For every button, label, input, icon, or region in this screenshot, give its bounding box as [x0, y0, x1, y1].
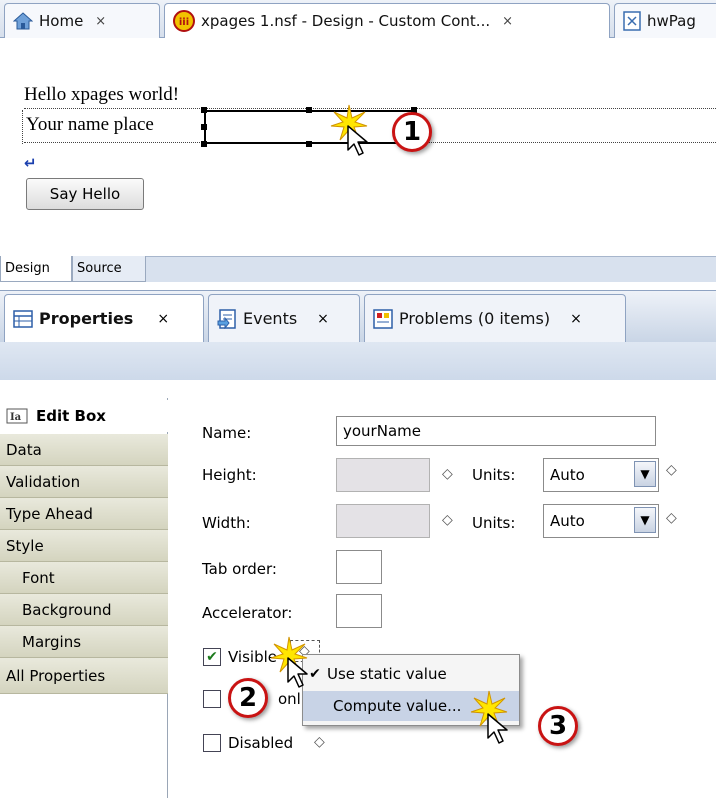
sidebar-item-style[interactable]: Style — [0, 530, 168, 562]
sidebar-item-background[interactable]: Background — [0, 594, 168, 626]
width-field[interactable] — [336, 504, 430, 538]
close-icon[interactable]: × — [95, 14, 106, 29]
height-units-dropdown[interactable]: Auto ▼ — [543, 458, 659, 492]
canvas-dotted-divider — [22, 110, 24, 144]
selection-handle[interactable] — [306, 107, 312, 113]
callout-2: 2 — [228, 678, 268, 718]
properties-sidebar: Ia Edit Box Data Validation Type Ahead S… — [0, 398, 168, 798]
chevron-down-icon[interactable]: ▼ — [634, 507, 656, 533]
compute-diamond-icon[interactable]: ◇ — [666, 510, 677, 526]
name-label: Name: — [202, 424, 252, 442]
sidebar-item-validation[interactable]: Validation — [0, 466, 168, 498]
sidebar-item-data[interactable]: Data — [0, 434, 168, 466]
properties-icon — [13, 309, 33, 328]
home-icon — [13, 12, 33, 30]
dropdown-value: Auto — [550, 466, 585, 484]
say-hello-button[interactable]: Say Hello — [26, 178, 144, 210]
width-label: Width: — [202, 514, 251, 532]
compute-diamond-icon[interactable]: ◇ — [314, 734, 325, 750]
tab-properties[interactable]: Properties × — [4, 294, 204, 342]
height-units-label: Units: — [472, 466, 516, 484]
width-units-dropdown[interactable]: Auto ▼ — [543, 504, 659, 538]
name-field[interactable]: yourName — [336, 416, 656, 446]
mouse-pointer-icon — [347, 125, 368, 156]
canvas-edit-box-selected[interactable] — [204, 110, 414, 144]
selection-handle[interactable] — [201, 141, 207, 147]
menu-item-label: Use static value — [327, 665, 447, 683]
sidebar-item-type-ahead[interactable]: Type Ahead — [0, 498, 168, 530]
dropdown-value: Auto — [550, 512, 585, 530]
height-label: Height: — [202, 466, 257, 484]
disabled-checkbox[interactable] — [203, 734, 221, 752]
selection-handle[interactable] — [306, 141, 312, 147]
events-icon — [217, 308, 236, 329]
accelerator-field[interactable] — [336, 594, 382, 628]
height-field[interactable] — [336, 458, 430, 492]
xpage-icon — [623, 11, 641, 31]
tab-design[interactable]: Design — [0, 256, 72, 282]
readonly-checkbox[interactable] — [203, 690, 221, 708]
editor-tab-hwpage[interactable]: hwPag — [614, 3, 716, 38]
mouse-pointer-icon — [487, 713, 508, 744]
chevron-down-icon[interactable]: ▼ — [634, 461, 656, 487]
visible-checkbox[interactable]: ✔ — [203, 648, 221, 666]
mouse-pointer-icon — [287, 657, 308, 688]
editor-tab-label: xpages 1.nsf - Design - Custom Cont... — [201, 12, 491, 30]
canvas-hello-text: Hello xpages world! — [24, 84, 180, 105]
close-icon[interactable]: × — [502, 14, 513, 29]
tab-label: Events — [243, 309, 298, 328]
problems-icon — [373, 308, 393, 329]
editor-tab-home[interactable]: Home × — [4, 3, 160, 38]
menu-item-use-static-value[interactable]: ✔ Use static value — [303, 659, 519, 689]
compute-diamond-icon[interactable]: ◇ — [442, 466, 453, 482]
editor-tab-label: Home — [39, 12, 84, 30]
close-icon[interactable]: × — [157, 311, 169, 327]
menu-item-label: Compute value... — [333, 697, 462, 715]
canvas-name-label: Your name place — [26, 114, 154, 135]
tab-order-field[interactable] — [336, 550, 382, 584]
svg-text:iii: iii — [179, 17, 189, 28]
paragraph-return-icon: ↵ — [24, 154, 37, 172]
tab-problems[interactable]: Problems (0 items) × — [364, 294, 626, 342]
canvas-dotted-line — [24, 108, 716, 109]
sidebar-item-all-properties[interactable]: All Properties — [0, 658, 168, 694]
callout-1: 1 — [392, 112, 432, 152]
sidebar-item-margins[interactable]: Margins — [0, 626, 168, 658]
tab-events[interactable]: Events × — [208, 294, 360, 342]
editor-tab-label: hwPag — [647, 12, 696, 30]
width-units-label: Units: — [472, 514, 516, 532]
tab-label: Problems (0 items) — [399, 309, 551, 328]
sidebar-item-font[interactable]: Font — [0, 562, 168, 594]
sidebar-item-edit-box[interactable]: Ia Edit Box — [0, 400, 168, 432]
edit-box-icon: Ia — [6, 408, 28, 424]
disabled-label: Disabled — [228, 734, 294, 752]
accelerator-label: Accelerator: — [202, 604, 293, 622]
selection-handle[interactable] — [201, 124, 207, 130]
selection-handle[interactable] — [201, 107, 207, 113]
tab-label: Properties — [39, 309, 134, 328]
compute-diamond-icon[interactable]: ◇ — [666, 462, 677, 478]
editor-tab-custom-control[interactable]: iii xpages 1.nsf - Design - Custom Cont.… — [164, 3, 610, 38]
close-icon[interactable]: × — [570, 311, 582, 327]
nsf-database-icon: iii — [173, 10, 195, 32]
readonly-label: onl — [278, 690, 301, 708]
tab-order-label: Tab order: — [202, 560, 277, 578]
callout-3: 3 — [538, 706, 578, 746]
tab-source[interactable]: Source — [72, 256, 146, 282]
sidebar-title: Edit Box — [36, 407, 106, 425]
properties-toolbar-strip — [0, 342, 716, 380]
close-icon[interactable]: × — [317, 311, 329, 327]
compute-diamond-icon[interactable]: ◇ — [442, 512, 453, 528]
svg-text:Ia: Ia — [10, 412, 22, 423]
